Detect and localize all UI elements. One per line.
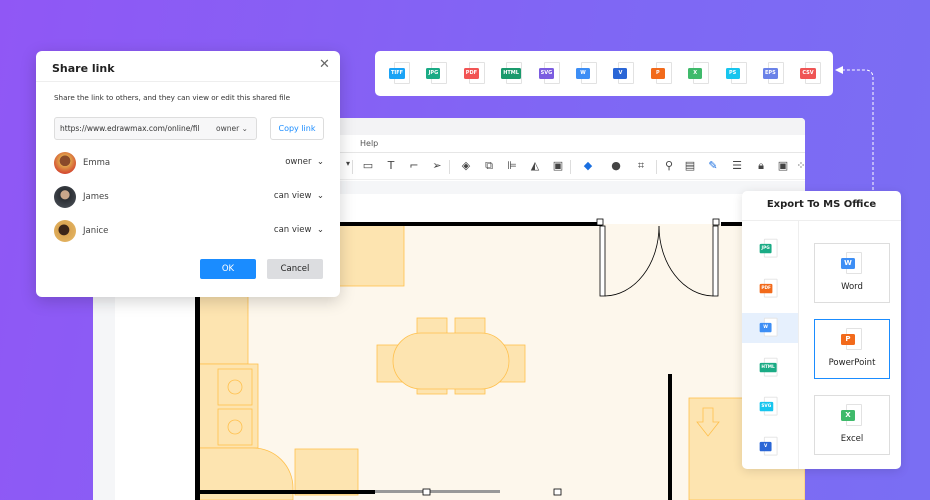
user-name: James: [83, 192, 109, 202]
side-format-item[interactable]: W: [742, 313, 798, 343]
option-label: PowerPoint: [828, 358, 876, 368]
file-format-icon[interactable]: W: [576, 62, 598, 86]
dialog-description: Share the link to others, and they can v…: [54, 93, 291, 102]
side-format-item[interactable]: HTML: [742, 353, 798, 383]
export-formats-bar: TIFF JPG PDF HTML SVG W V P X PS EPS CSV: [375, 51, 833, 96]
format-badge: SVG: [538, 68, 555, 79]
format-badge: V: [759, 441, 772, 451]
file-format-icon[interactable]: SVG: [759, 396, 779, 417]
file-format-icon[interactable]: EPS: [763, 62, 785, 86]
close-icon[interactable]: ✕: [319, 57, 330, 72]
avatar: [54, 186, 76, 208]
format-badge: JPG: [759, 243, 772, 254]
format-badge: X: [688, 68, 703, 79]
role-select[interactable]: owner ⌄: [285, 157, 324, 167]
user-row: Janice can view ⌄: [54, 220, 324, 244]
format-badge: PS: [725, 68, 740, 79]
user-row: Emma owner ⌄: [54, 152, 324, 176]
cancel-button[interactable]: Cancel: [267, 259, 323, 279]
format-badge: V: [613, 68, 628, 79]
user-row: James can view ⌄: [54, 186, 324, 210]
option-label: Word: [841, 282, 863, 292]
user-name: Janice: [83, 226, 109, 236]
format-badge: CSV: [800, 68, 816, 79]
side-format-item[interactable]: V: [742, 432, 798, 462]
avatar: [54, 220, 76, 242]
share-link-dialog: Share link ✕ Share the link to others, a…: [36, 51, 340, 297]
link-permission-select[interactable]: owner ⌄: [216, 124, 248, 133]
file-format-icon[interactable]: PS: [725, 62, 748, 86]
role-select[interactable]: can view ⌄: [274, 191, 324, 201]
format-badge: PDF: [759, 283, 773, 293]
format-badge: W: [576, 68, 590, 79]
link-url[interactable]: https://www.edrawmax.com/online/fil: [60, 124, 202, 133]
file-format-icon[interactable]: JPG: [426, 62, 448, 86]
format-badge: PDF: [463, 68, 480, 79]
file-format-icon[interactable]: PDF: [759, 278, 779, 298]
format-badge: P: [650, 68, 665, 79]
ok-button[interactable]: OK: [200, 259, 256, 279]
panel-title: Export To MS Office: [766, 199, 877, 210]
file-format-icon[interactable]: SVG: [538, 62, 561, 86]
file-format-icon[interactable]: HTML: [501, 62, 523, 86]
format-badge: EPS: [763, 68, 778, 79]
file-icon: X: [841, 404, 863, 428]
file-icon: P: [841, 328, 863, 352]
file-format-icon[interactable]: CSV: [800, 62, 822, 86]
file-format-icon[interactable]: JPG: [759, 238, 779, 259]
file-format-icon[interactable]: W: [759, 317, 779, 338]
flow-arrow: [835, 66, 874, 190]
avatar: [54, 152, 76, 174]
file-format-icon[interactable]: V: [759, 436, 779, 456]
format-badge: W: [759, 322, 772, 333]
file-format-icon[interactable]: PDF: [463, 62, 486, 86]
format-badge: TIFF: [389, 68, 406, 79]
user-name: Emma: [83, 158, 111, 168]
chevron-down-icon: ⌄: [241, 124, 248, 133]
divider: [36, 81, 340, 82]
file-icon: W: [841, 252, 863, 276]
file-format-icon[interactable]: TIFF: [389, 62, 411, 86]
side-format-item[interactable]: PDF: [742, 274, 798, 304]
dialog-title: Share link: [52, 62, 115, 75]
export-option-powerpoint[interactable]: P PowerPoint: [814, 319, 890, 379]
export-option-word[interactable]: W Word: [814, 243, 890, 303]
format-badge: HTML: [759, 362, 777, 372]
format-badge: SVG: [759, 401, 773, 412]
export-option-excel[interactable]: X Excel: [814, 395, 890, 455]
file-format-icon[interactable]: V: [613, 62, 635, 86]
copy-link-button[interactable]: Copy link: [270, 117, 324, 140]
format-badge: P: [841, 334, 855, 345]
format-badge: W: [841, 258, 855, 269]
side-format-item[interactable]: JPG: [742, 234, 798, 264]
file-format-icon[interactable]: X: [688, 62, 710, 86]
side-format-item[interactable]: SVG: [742, 392, 798, 422]
share-link-field[interactable]: https://www.edrawmax.com/online/fil owne…: [54, 117, 257, 140]
file-format-icon[interactable]: HTML: [759, 357, 779, 377]
divider: [798, 221, 799, 469]
option-label: Excel: [840, 434, 864, 444]
divider: [742, 220, 901, 221]
format-badge: JPG: [426, 68, 441, 79]
format-badge: X: [841, 410, 855, 421]
file-format-icon[interactable]: P: [650, 62, 673, 86]
format-badge: HTML: [501, 68, 521, 79]
export-ms-office-panel: Export To MS Office JPG PDF W HTML SVG V W Word…: [742, 191, 901, 469]
role-select[interactable]: can view ⌄: [274, 225, 324, 235]
